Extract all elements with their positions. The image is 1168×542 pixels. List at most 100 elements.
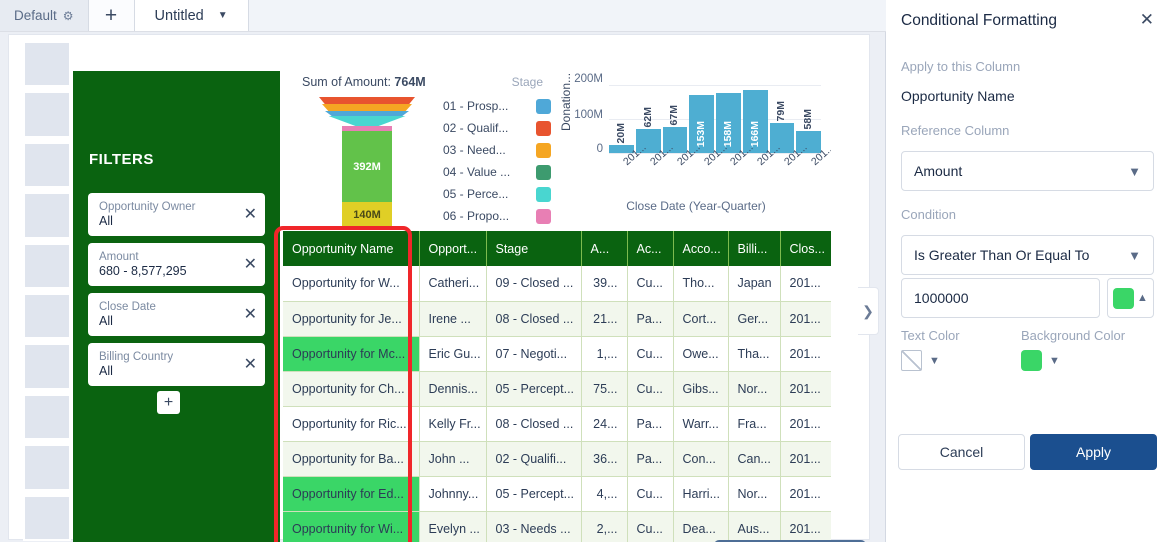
widget-slot[interactable] xyxy=(23,192,71,239)
filter-value: All xyxy=(99,364,113,378)
cancel-button[interactable]: Cancel xyxy=(898,434,1025,470)
background-color-label: Background Color xyxy=(1021,328,1126,343)
column-header-close-date[interactable]: Clos... xyxy=(780,231,831,266)
chevron-down-icon[interactable]: ▼ xyxy=(1049,355,1060,367)
filter-chip-opportunity-owner[interactable]: Opportunity Owner All ✕ xyxy=(88,193,265,236)
cell-billing-country: Nor... xyxy=(728,371,781,407)
chevron-down-icon[interactable]: ▼ xyxy=(1128,164,1141,179)
legend-item[interactable]: 06 - Propo... xyxy=(443,205,551,227)
close-icon[interactable]: ✕ xyxy=(240,206,257,223)
close-icon[interactable]: ✕ xyxy=(240,256,257,273)
widget-slot[interactable] xyxy=(23,494,71,542)
column-header-account-type[interactable]: Ac... xyxy=(627,231,674,266)
x-tick: 201... xyxy=(770,141,810,187)
legend-item[interactable]: 05 - Perce... xyxy=(443,183,551,205)
condition-select[interactable]: Is Greater Than Or Equal To ▼ xyxy=(901,235,1154,275)
close-icon[interactable]: ✕ xyxy=(240,356,257,373)
legend-label: 04 - Value ... xyxy=(443,165,511,179)
filter-value: All xyxy=(99,314,113,328)
filter-chip-amount[interactable]: Amount 680 - 8,577,295 ✕ xyxy=(88,243,265,286)
close-icon[interactable]: ✕ xyxy=(240,306,257,323)
cell-account-name: Warr... xyxy=(673,406,729,442)
filter-chip-close-date[interactable]: Close Date All ✕ xyxy=(88,293,265,336)
table-row[interactable]: Opportunity for Mc... Eric Gu... 07 - Ne… xyxy=(283,336,831,372)
legend-label: 02 - Qualif... xyxy=(443,121,509,135)
color-swatch-icon xyxy=(1021,350,1042,371)
column-header-amount[interactable]: A... xyxy=(581,231,628,266)
column-header-opportunity-owner[interactable]: Opport... xyxy=(419,231,487,266)
table-row[interactable]: Opportunity for Ba... John ... 02 - Qual… xyxy=(283,441,831,477)
widget-slot[interactable] xyxy=(23,393,71,441)
bar-value-label: 20M xyxy=(614,122,627,143)
bar-value-label: 62M xyxy=(641,106,654,127)
bar-value-label: 67M xyxy=(668,104,681,125)
widget-slot[interactable] xyxy=(23,343,71,390)
funnel-chart-widget[interactable]: Sum of Amount: 764M Stage 392M 140M 01 -… xyxy=(283,69,553,227)
table-row[interactable]: Opportunity for Ric... Kelly Fr... 08 - … xyxy=(283,406,831,442)
cell-account-type: Cu... xyxy=(627,476,674,512)
dashboard-canvas: FILTERS Opportunity Owner All ✕ Amount 6… xyxy=(0,32,886,542)
legend-item[interactable]: 03 - Need... xyxy=(443,139,551,161)
legend-item[interactable]: 01 - Prosp... xyxy=(443,95,551,117)
filter-chip-billing-country[interactable]: Billing Country All ✕ xyxy=(88,343,265,386)
legend-swatch-icon xyxy=(536,120,551,136)
chevron-down-icon[interactable]: ▼ xyxy=(1128,248,1141,263)
bar-chart-widget[interactable]: Donation... 200M 100M 0 20M 62M 67M 153M… xyxy=(561,69,831,227)
apply-button[interactable]: Apply xyxy=(1030,434,1157,470)
chevron-down-icon[interactable]: ▼ xyxy=(929,355,940,367)
tab-untitled[interactable]: Untitled ▼ xyxy=(134,0,249,31)
tab-default[interactable]: Default ⚙ xyxy=(0,0,89,31)
gear-icon[interactable]: ⚙ xyxy=(63,9,74,23)
column-header-opportunity-name[interactable]: Opportunity Name xyxy=(283,231,420,266)
cell-close-date: 201... xyxy=(780,441,831,477)
threshold-color-button[interactable]: ▲ xyxy=(1107,278,1154,318)
funnel-segment: 392M xyxy=(342,131,392,202)
apply-column-value: Opportunity Name xyxy=(901,88,1015,104)
table-row[interactable]: Opportunity for Wi... Evelyn ... 03 - Ne… xyxy=(283,511,831,542)
widget-slot-column xyxy=(23,41,71,542)
condition-selected-value: Is Greater Than Or Equal To xyxy=(914,247,1090,263)
add-filter-button[interactable]: + xyxy=(157,391,180,414)
filter-label: Billing Country xyxy=(99,351,174,363)
color-swatch-icon xyxy=(1113,287,1135,309)
funnel-segment xyxy=(322,104,412,111)
cell-billing-country: Japan xyxy=(728,266,781,302)
cell-stage: 03 - Needs ... xyxy=(486,511,582,542)
cell-stage: 09 - Closed ... xyxy=(486,266,582,302)
data-table-widget[interactable]: Opportunity Name Opport... Stage A... Ac… xyxy=(283,231,831,542)
threshold-input[interactable]: 1000000 xyxy=(901,278,1100,318)
filter-label: Close Date xyxy=(99,301,156,313)
widget-slot[interactable] xyxy=(23,444,71,491)
legend-item[interactable]: 02 - Qualif... xyxy=(443,117,551,139)
funnel-shape: 392M 140M xyxy=(319,97,415,227)
widget-slot[interactable] xyxy=(23,293,71,340)
cell-account-type: Cu... xyxy=(627,371,674,407)
widget-slot[interactable] xyxy=(23,242,71,290)
column-header-stage[interactable]: Stage xyxy=(486,231,582,266)
table-row[interactable]: Opportunity for W... Catheri... 09 - Clo… xyxy=(283,266,831,302)
cell-account-type: Cu... xyxy=(627,511,674,542)
cell-close-date: 201... xyxy=(780,301,831,337)
column-header-billing-country[interactable]: Billi... xyxy=(728,231,781,266)
chevron-up-icon[interactable]: ▲ xyxy=(1137,292,1148,304)
widget-slot[interactable] xyxy=(23,91,71,138)
widget-slot[interactable] xyxy=(23,41,71,88)
legend-swatch-icon xyxy=(536,208,551,224)
panel-expand-button[interactable]: ❯ xyxy=(858,287,879,335)
text-color-picker[interactable]: ▼ xyxy=(901,350,940,371)
table-row[interactable]: Opportunity for Ch... Dennis... 05 - Per… xyxy=(283,371,831,407)
widget-slot[interactable] xyxy=(23,141,71,189)
reference-column-select[interactable]: Amount ▼ xyxy=(901,151,1154,191)
legend-item[interactable]: 04 - Value ... xyxy=(443,161,551,183)
table-row[interactable]: Opportunity for Je... Irene ... 08 - Clo… xyxy=(283,301,831,337)
bar-item[interactable]: 20M xyxy=(609,77,634,153)
table-row[interactable]: Opportunity for Ed... Johnny... 05 - Per… xyxy=(283,476,831,512)
cell-amount: 36... xyxy=(581,441,628,477)
chevron-down-icon[interactable]: ▼ xyxy=(218,10,228,21)
cell-account-name: Gibs... xyxy=(673,371,729,407)
background-color-picker[interactable]: ▼ xyxy=(1021,350,1060,371)
add-tab-button[interactable]: + xyxy=(88,0,135,31)
x-axis-ticks: 201... 201... 201... 201... 201... 201..… xyxy=(609,141,831,187)
close-icon[interactable]: ✕ xyxy=(1140,11,1154,28)
column-header-account-name[interactable]: Acco... xyxy=(673,231,729,266)
